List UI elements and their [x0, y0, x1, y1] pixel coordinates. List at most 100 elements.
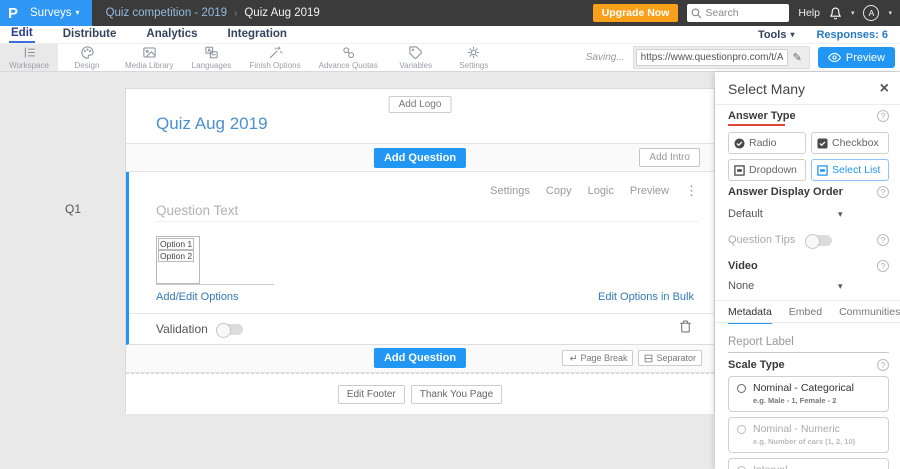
select-list-preview[interactable]: Option 1 Option 2 [156, 236, 200, 284]
scale-type-interval[interactable]: Interval [728, 458, 889, 469]
saving-status: Saving... [585, 52, 625, 63]
eye-icon [827, 52, 841, 63]
video-select[interactable]: None ▾ [728, 280, 889, 292]
add-question-strip-bottom: Add Question Page Break Separator [126, 345, 714, 373]
chevron-down-icon[interactable]: ▾ [851, 9, 855, 17]
chevron-down-icon: ▾ [75, 8, 80, 17]
report-label-input[interactable] [728, 334, 889, 353]
add-question-button-top[interactable]: Add Question [373, 148, 467, 168]
question-logic-link[interactable]: Logic [588, 185, 614, 197]
thank-you-page-button[interactable]: Thank You Page [410, 384, 503, 404]
toolbar-item-label: Settings [459, 61, 489, 70]
share-url-group: ✎ [632, 46, 810, 69]
add-logo-button[interactable]: Add Logo [388, 96, 452, 113]
help-icon[interactable]: ? [877, 186, 889, 198]
answer-type-dropdown-button[interactable]: Dropdown [728, 159, 806, 181]
survey-toolbar: Workspace Design Media Library Languages… [0, 44, 900, 72]
brand-area: P Surveys ▾ [0, 0, 92, 26]
question-tips-row: Question Tips ? [728, 234, 889, 249]
search-box[interactable] [687, 4, 790, 22]
answer-type-option-label: Dropdown [749, 164, 797, 176]
separator-button[interactable]: Separator [638, 350, 702, 366]
edit-url-pencil-icon[interactable]: ✎ [788, 51, 807, 64]
tab-integration[interactable]: Integration [226, 27, 289, 42]
translate-icon [205, 46, 218, 59]
responses-count-link[interactable]: Responses: 6 [816, 29, 888, 41]
questionpro-logo[interactable]: P [0, 0, 26, 26]
search-input[interactable] [705, 7, 786, 19]
toolbar-item-media-library[interactable]: Media Library [116, 44, 182, 71]
answer-type-checkbox-button[interactable]: Checkbox [811, 132, 889, 154]
image-icon [143, 47, 156, 58]
preview-button[interactable]: Preview [817, 47, 895, 68]
help-icon[interactable]: ? [877, 359, 889, 371]
question-menu: Settings Copy Logic Preview ⋮ [490, 184, 698, 197]
delete-question-trash-icon[interactable] [679, 319, 692, 334]
close-icon[interactable]: × [880, 81, 889, 97]
tools-menu-button[interactable]: Tools ▾ [758, 29, 795, 41]
kebab-menu-icon[interactable]: ⋮ [685, 184, 698, 197]
question-block[interactable]: Settings Copy Logic Preview ⋮ Question T… [126, 172, 714, 345]
chevron-down-icon[interactable]: ▾ [888, 9, 892, 17]
answer-display-order-select[interactable]: Default ▾ [728, 208, 889, 220]
main-nav: Edit Distribute Analytics Integration To… [0, 26, 900, 44]
toolbar-item-label: Finish Options [249, 61, 301, 70]
question-tips-label: Question Tips [728, 234, 796, 246]
survey-header-section: Add Logo Quiz Aug 2019 [126, 89, 714, 144]
tab-distribute[interactable]: Distribute [61, 27, 119, 42]
toolbar-item-settings[interactable]: Settings [445, 44, 503, 71]
tab-analytics[interactable]: Analytics [144, 27, 199, 42]
help-icon[interactable]: ? [877, 110, 889, 122]
page-break-label: Page Break [580, 353, 628, 363]
survey-canvas: Add Logo Quiz Aug 2019 Add Question Add … [125, 88, 715, 414]
edit-options-in-bulk-link[interactable]: Edit Options in Bulk [598, 291, 694, 303]
scale-type-nominal-numeric[interactable]: Nominal - Numeric e.g. Number of cars (1… [728, 417, 889, 453]
help-icon[interactable]: ? [877, 260, 889, 272]
validation-row: Validation [156, 322, 243, 338]
question-tips-toggle[interactable] [805, 234, 832, 249]
toolbar-item-variables[interactable]: Variables [387, 44, 445, 71]
scale-type-nominal-categorical[interactable]: Nominal - Categorical e.g. Male - 1, Fem… [728, 376, 889, 412]
scale-option-title: Nominal - Categorical [753, 382, 854, 394]
edit-footer-button[interactable]: Edit Footer [337, 384, 405, 404]
share-url-input[interactable] [635, 49, 788, 66]
tab-edit[interactable]: Edit [9, 26, 35, 43]
answer-type-red-underline [728, 124, 785, 126]
avatar[interactable]: A [863, 5, 880, 21]
toolbar-item-languages[interactable]: Languages [182, 44, 240, 71]
answer-type-radio-button[interactable]: Radio [728, 132, 806, 154]
question-settings-link[interactable]: Settings [490, 185, 530, 197]
help-link[interactable]: Help [798, 7, 820, 19]
add-question-button-bottom[interactable]: Add Question [373, 348, 467, 368]
radio-icon [737, 383, 746, 393]
answer-display-order-label: Answer Display Order [728, 186, 843, 198]
surveys-menu-button[interactable]: Surveys ▾ [26, 7, 84, 19]
question-preview-link[interactable]: Preview [630, 185, 669, 197]
toolbar-item-design[interactable]: Design [58, 44, 116, 71]
survey-title[interactable]: Quiz Aug 2019 [156, 114, 268, 134]
add-edit-options-link[interactable]: Add/Edit Options [156, 291, 239, 303]
wand-icon [269, 46, 282, 59]
help-icon[interactable]: ? [877, 234, 889, 246]
breadcrumb: Quiz competition - 2019 › Quiz Aug 2019 [106, 7, 320, 19]
main-area: Q1 Add Logo Quiz Aug 2019 Add Question A… [0, 72, 900, 469]
toolbar-item-label: Media Library [125, 61, 174, 70]
answer-type-select-list-button[interactable]: Select List [811, 159, 889, 181]
workspace-icon [24, 47, 35, 58]
toolbar-item-finish-options[interactable]: Finish Options [240, 44, 309, 71]
scale-option-title: Interval [753, 464, 787, 469]
toolbar-item-workspace[interactable]: Workspace [0, 44, 58, 71]
answer-display-order-row: Answer Display Order ? [728, 186, 889, 198]
scale-option-example: e.g. Male - 1, Female - 2 [753, 396, 837, 405]
panel-title: Select Many [728, 81, 806, 97]
add-intro-button[interactable]: Add Intro [639, 148, 700, 167]
validation-toggle[interactable] [215, 322, 243, 338]
toolbar-item-advance-quotas[interactable]: Advance Quotas [310, 44, 387, 71]
question-text-placeholder[interactable]: Question Text [156, 203, 238, 218]
breadcrumb-parent[interactable]: Quiz competition - 2019 [106, 7, 227, 19]
question-copy-link[interactable]: Copy [546, 185, 572, 197]
upgrade-now-button[interactable]: Upgrade Now [592, 4, 679, 22]
avatar-initial: A [868, 8, 875, 18]
notifications-bell-icon[interactable] [829, 7, 842, 20]
page-break-button[interactable]: Page Break [562, 350, 634, 366]
